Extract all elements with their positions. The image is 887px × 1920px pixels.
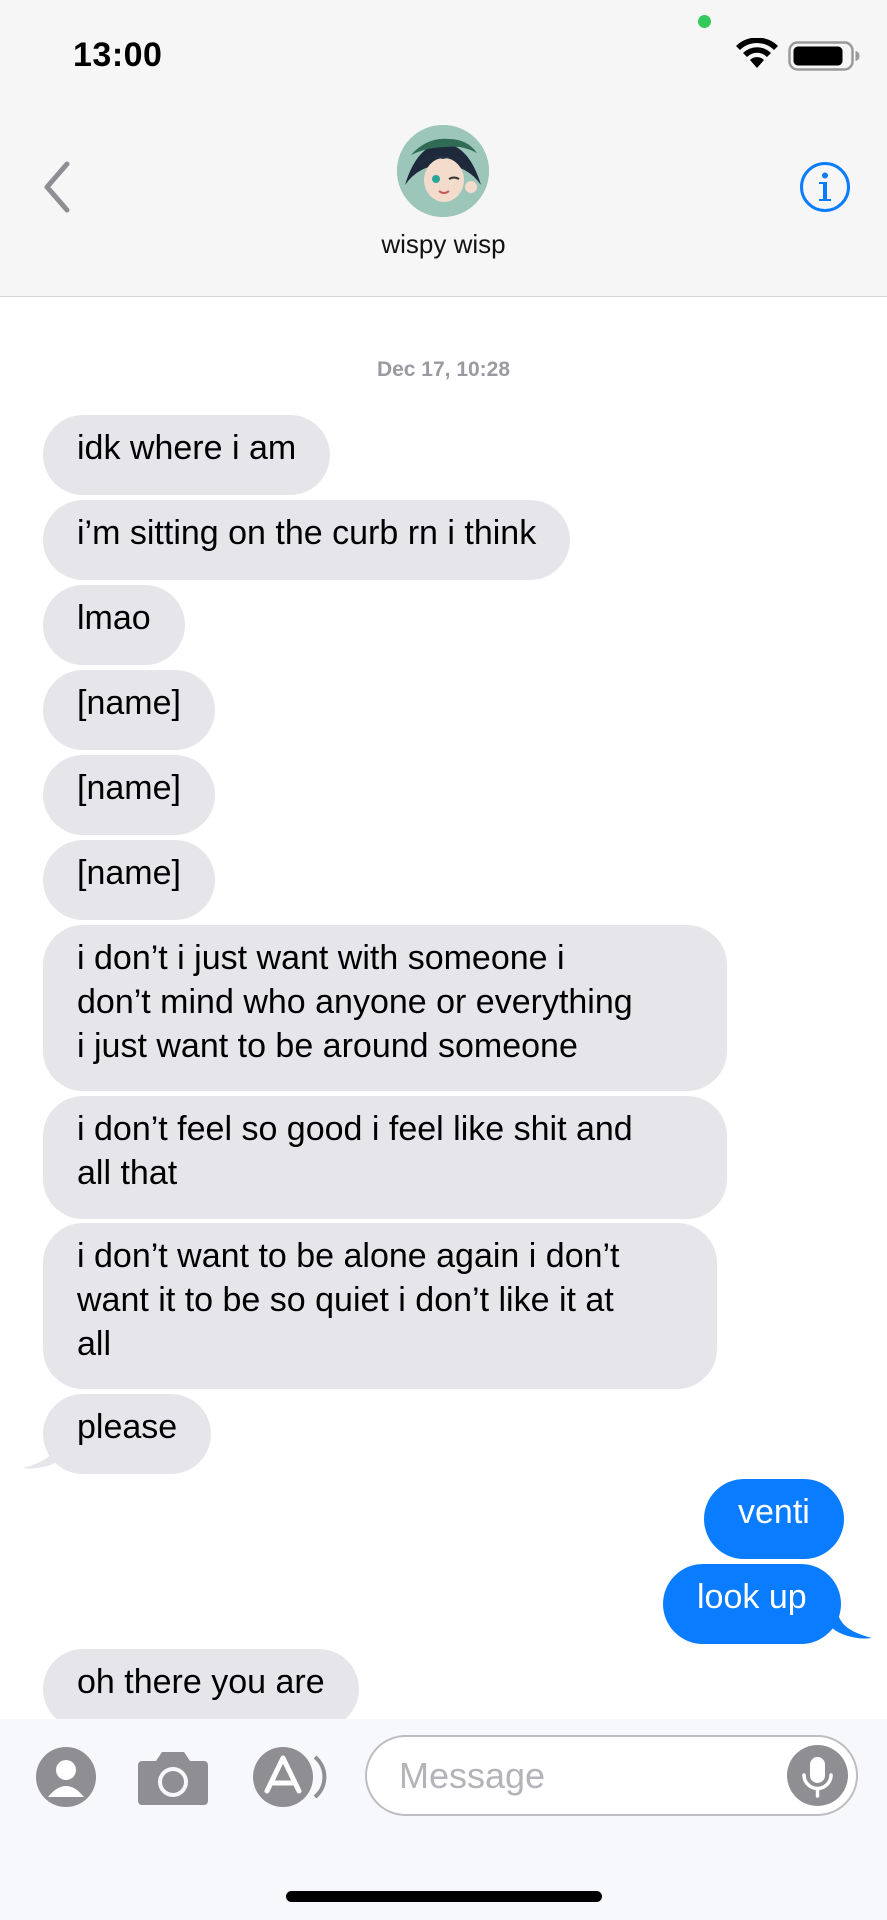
message-received[interactable]: idk where i am: [43, 415, 331, 495]
contact-icon[interactable]: [36, 1747, 96, 1807]
message-line: i just want to be around someone: [77, 1027, 578, 1065]
battery-icon: [788, 41, 860, 71]
message-received[interactable]: oh there you are: [43, 1649, 359, 1719]
message-line: all that: [77, 1154, 178, 1192]
message-received[interactable]: i don’t i just want with someone i don’t…: [43, 925, 727, 1091]
contact-name[interactable]: wispy wisp: [0, 229, 887, 260]
message-received[interactable]: please: [43, 1394, 212, 1474]
voice-message-button[interactable]: [787, 1745, 848, 1806]
message-sent[interactable]: look up: [663, 1564, 841, 1644]
avatar-image: [397, 125, 489, 217]
message-input-field[interactable]: [365, 1735, 858, 1816]
message-composer: [0, 1719, 887, 1920]
status-time: 13:00: [73, 36, 163, 74]
message-line: want it to be so quiet i don’t like it a…: [77, 1281, 614, 1319]
message-text: [name]: [77, 684, 181, 722]
message-received[interactable]: [name]: [43, 840, 215, 920]
info-icon[interactable]: [799, 161, 851, 213]
message-sent[interactable]: venti: [704, 1479, 844, 1559]
microphone-icon: [802, 1757, 833, 1798]
message-received[interactable]: [name]: [43, 670, 215, 750]
message-text: i’m sitting on the curb rn i think: [77, 514, 537, 552]
message-received[interactable]: i don’t feel so good i feel like shit an…: [43, 1096, 727, 1219]
camera-icon[interactable]: [136, 1747, 210, 1807]
message-received[interactable]: i don’t want to be alone again i don’t w…: [43, 1223, 717, 1389]
message-input[interactable]: [399, 1737, 779, 1814]
message-line: don’t mind who anyone or everything: [77, 983, 633, 1021]
message-text: lmao: [77, 599, 151, 637]
message-line: all: [77, 1325, 112, 1363]
message-text: [name]: [77, 769, 181, 807]
message-text: please: [77, 1408, 178, 1446]
message-thread[interactable]: Dec 17, 10:28 idk where i am i’m sitting…: [0, 297, 887, 1719]
message-line: i don’t want to be alone again i don’t: [77, 1237, 620, 1275]
message-line: i don’t i just want with someone i: [77, 939, 565, 977]
message-text: idk where i am: [77, 429, 297, 467]
message-text: [name]: [77, 854, 181, 892]
app-store-icon[interactable]: [253, 1747, 333, 1807]
message-text: oh there you are: [77, 1663, 325, 1701]
conversation-header: 13:00 wispy wisp: [0, 0, 887, 297]
message-received[interactable]: [name]: [43, 755, 215, 835]
message-received[interactable]: i’m sitting on the curb rn i think: [43, 500, 571, 580]
contact-avatar[interactable]: [397, 125, 489, 217]
message-text: venti: [738, 1493, 810, 1531]
home-indicator[interactable]: [286, 1891, 602, 1902]
thread-timestamp: Dec 17, 10:28: [376, 358, 511, 381]
message-text: look up: [697, 1578, 807, 1616]
message-line: i don’t feel so good i feel like shit an…: [77, 1110, 633, 1148]
wifi-icon: [736, 38, 778, 68]
message-received[interactable]: lmao: [43, 585, 185, 665]
mic-in-use-indicator: [698, 15, 711, 28]
back-chevron-icon[interactable]: [42, 160, 72, 214]
